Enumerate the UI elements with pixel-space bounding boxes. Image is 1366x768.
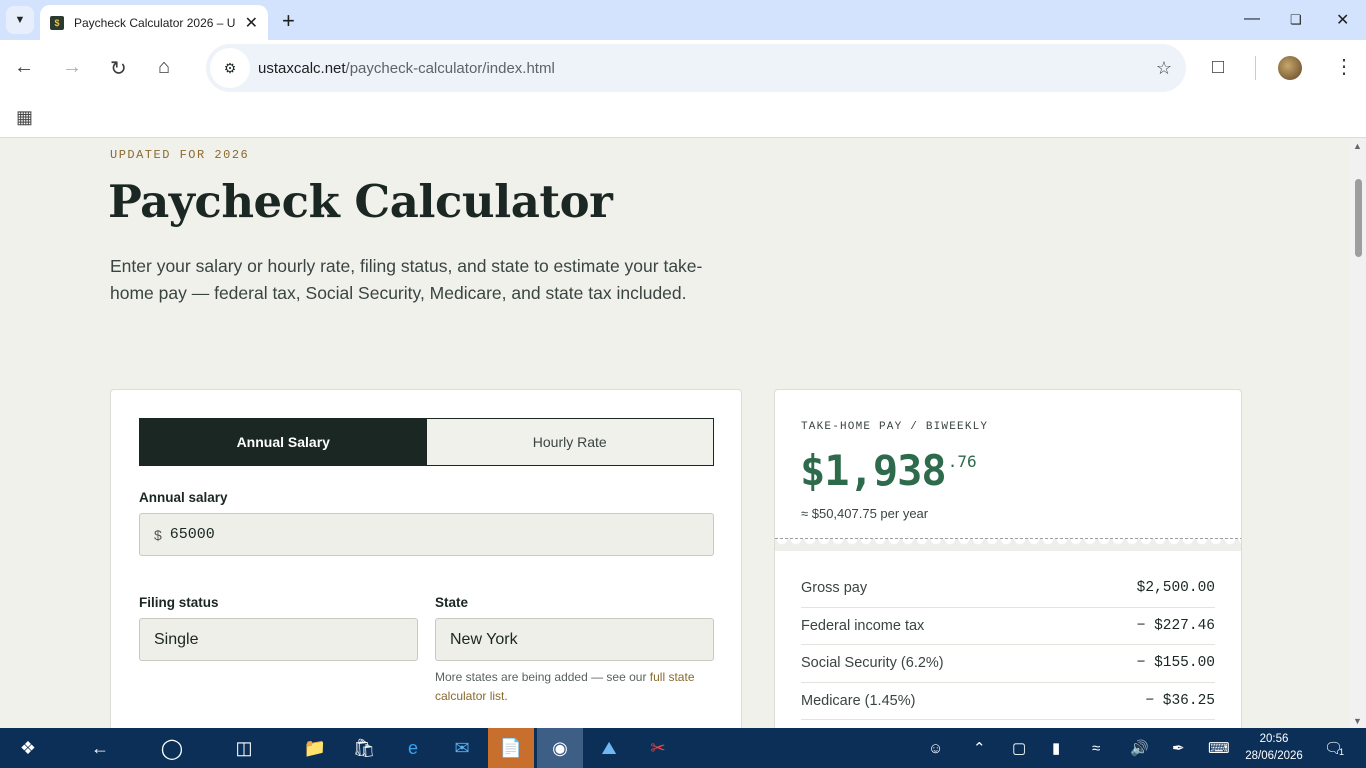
url-text: ustaxcalc.net/paycheck-calculator/index.… bbox=[258, 59, 555, 77]
state-select[interactable]: New York bbox=[435, 618, 714, 661]
filing-status-label: Filing status bbox=[139, 595, 219, 610]
browser-tab-strip: ▼ $ Paycheck Calculator 2026 – U ✕ + — ❏… bbox=[0, 0, 1366, 40]
forward-arrow-icon[interactable]: → bbox=[62, 56, 82, 79]
extensions-puzzle-icon[interactable]: □ bbox=[1212, 56, 1224, 79]
chrome-icon[interactable]: ◉ bbox=[537, 728, 583, 768]
calculator-form-card: Annual Salary Hourly Rate Annual salary … bbox=[110, 389, 742, 728]
results-card: TAKE-HOME PAY / BIWEEKLY $1,938 .76 ≈ $5… bbox=[774, 389, 1242, 728]
page-title: Paycheck Calculator bbox=[108, 175, 613, 228]
receipt-divider bbox=[775, 538, 1241, 552]
photos-icon[interactable]: ⛰ bbox=[586, 728, 632, 768]
clock-date: 28/06/2026 bbox=[1245, 750, 1303, 762]
updated-eyebrow: UPDATED FOR 2026 bbox=[110, 148, 250, 162]
windows-start-icon[interactable]: ❖ bbox=[8, 728, 48, 768]
page-scrollbar[interactable]: ▲ ▼ bbox=[1350, 139, 1366, 728]
breakdown-row: Federal income tax − $227.46 bbox=[801, 608, 1215, 645]
minimize-icon[interactable]: — bbox=[1244, 10, 1260, 28]
filing-status-select[interactable]: Single bbox=[139, 618, 418, 661]
state-value: New York bbox=[450, 630, 518, 648]
notepad-app-icon[interactable]: 📄 bbox=[488, 728, 534, 768]
new-tab-icon[interactable]: + bbox=[282, 8, 295, 34]
people-icon[interactable]: ☺ bbox=[928, 728, 943, 768]
bookmark-star-icon[interactable]: ☆ bbox=[1156, 58, 1172, 79]
take-home-main: $1,938 bbox=[800, 446, 947, 495]
site-info-icon[interactable]: ⚙ bbox=[210, 48, 250, 88]
close-window-icon[interactable]: ✕ bbox=[1336, 10, 1349, 30]
browser-toolbar: ← → ↻ ⌂ ⚙ ustaxcalc.net/paycheck-calcula… bbox=[0, 40, 1366, 96]
salary-label: Annual salary bbox=[139, 490, 228, 505]
hourly-rate-tab[interactable]: Hourly Rate bbox=[426, 419, 713, 465]
battery-icon[interactable]: ▮ bbox=[1052, 728, 1060, 768]
back-icon[interactable]: ← bbox=[80, 728, 120, 768]
security-shield-icon[interactable]: ▢ bbox=[1012, 728, 1026, 768]
clock-time: 20:56 bbox=[1259, 733, 1289, 745]
notification-count: 1 bbox=[1339, 747, 1345, 757]
breakdown-row: Medicare (1.45%) − $36.25 bbox=[801, 683, 1215, 720]
back-arrow-icon[interactable]: ← bbox=[14, 56, 34, 79]
page-content: UPDATED FOR 2026 Paycheck Calculator Ent… bbox=[0, 139, 1350, 728]
take-home-cents: .76 bbox=[947, 452, 977, 471]
browser-tab[interactable]: $ Paycheck Calculator 2026 – U ✕ bbox=[40, 5, 268, 40]
pen-icon[interactable]: ✒ bbox=[1172, 728, 1185, 768]
filing-status-value: Single bbox=[154, 630, 199, 648]
cortana-icon[interactable]: ◯ bbox=[152, 728, 192, 768]
task-view-icon[interactable]: ◫ bbox=[224, 728, 264, 768]
notifications-icon[interactable]: 🗨 1 bbox=[1324, 728, 1344, 768]
address-bar[interactable]: ⚙ ustaxcalc.net/paycheck-calculator/inde… bbox=[206, 44, 1186, 92]
edge-icon[interactable]: e bbox=[390, 728, 436, 768]
state-note: More states are being added — see our fu… bbox=[435, 670, 695, 703]
home-icon[interactable]: ⌂ bbox=[158, 56, 170, 79]
system-clock[interactable]: 20:56 28/06/2026 bbox=[1240, 731, 1308, 765]
mail-icon[interactable]: ✉ bbox=[439, 728, 485, 768]
restore-icon[interactable]: ❏ bbox=[1290, 12, 1302, 28]
profile-avatar[interactable] bbox=[1278, 56, 1302, 80]
reload-icon[interactable]: ↻ bbox=[110, 56, 127, 81]
salary-value: 65000 bbox=[169, 526, 215, 543]
store-icon[interactable]: 🛍 bbox=[341, 728, 387, 768]
scroll-down-arrow-icon[interactable]: ▼ bbox=[1353, 716, 1362, 726]
more-menu-icon[interactable]: ⋮ bbox=[1334, 54, 1354, 79]
tray-chevron-up-icon[interactable]: ⌃ bbox=[973, 728, 986, 768]
take-home-amount: $1,938 .76 bbox=[800, 446, 977, 495]
site-favicon-icon: $ bbox=[50, 15, 64, 30]
volume-icon[interactable]: 🔊 bbox=[1130, 728, 1149, 768]
annual-estimate: ≈ $50,407.75 per year bbox=[801, 506, 929, 521]
scroll-up-arrow-icon[interactable]: ▲ bbox=[1353, 141, 1362, 151]
annual-salary-tab[interactable]: Annual Salary bbox=[140, 419, 427, 465]
page-lead: Enter your salary or hourly rate, filing… bbox=[110, 256, 703, 303]
close-tab-icon[interactable]: ✕ bbox=[245, 13, 258, 33]
tab-title: Paycheck Calculator 2026 – U bbox=[74, 15, 236, 30]
chevron-down-icon: ▼ bbox=[14, 14, 26, 26]
toolbar-divider bbox=[1255, 56, 1256, 80]
apps-grid-icon[interactable]: ▦ bbox=[16, 107, 33, 128]
bookmarks-bar: ▦ bbox=[0, 96, 1366, 138]
salary-input[interactable]: $ 65000 bbox=[139, 513, 714, 556]
pay-type-toggle: Annual Salary Hourly Rate bbox=[139, 418, 714, 466]
breakdown-list: Gross pay $2,500.00 Federal income tax − $… bbox=[801, 570, 1215, 720]
breakdown-row: Gross pay $2,500.00 bbox=[801, 570, 1215, 608]
breakdown-row: Social Security (6.2%) − $155.00 bbox=[801, 645, 1215, 683]
state-label: State bbox=[435, 595, 469, 610]
tab-search-button[interactable]: ▼ bbox=[6, 6, 34, 34]
snipping-tool-icon[interactable]: ✂ bbox=[635, 728, 681, 768]
scroll-thumb[interactable] bbox=[1355, 179, 1362, 257]
keyboard-icon[interactable]: ⌨ bbox=[1208, 728, 1230, 768]
windows-taskbar: ❖ ← ◯ ◫ 📁 🛍 e ✉ 📄 ◉ ⛰ ✂ ☺ ⌃ ▢ ▮ ≈ 🔊 ✒ ⌨ … bbox=[0, 728, 1366, 768]
wifi-icon[interactable]: ≈ bbox=[1092, 728, 1100, 768]
result-eyebrow: TAKE-HOME PAY / BIWEEKLY bbox=[801, 421, 989, 433]
file-explorer-icon[interactable]: 📁 bbox=[292, 728, 338, 768]
currency-symbol: $ bbox=[154, 526, 162, 543]
